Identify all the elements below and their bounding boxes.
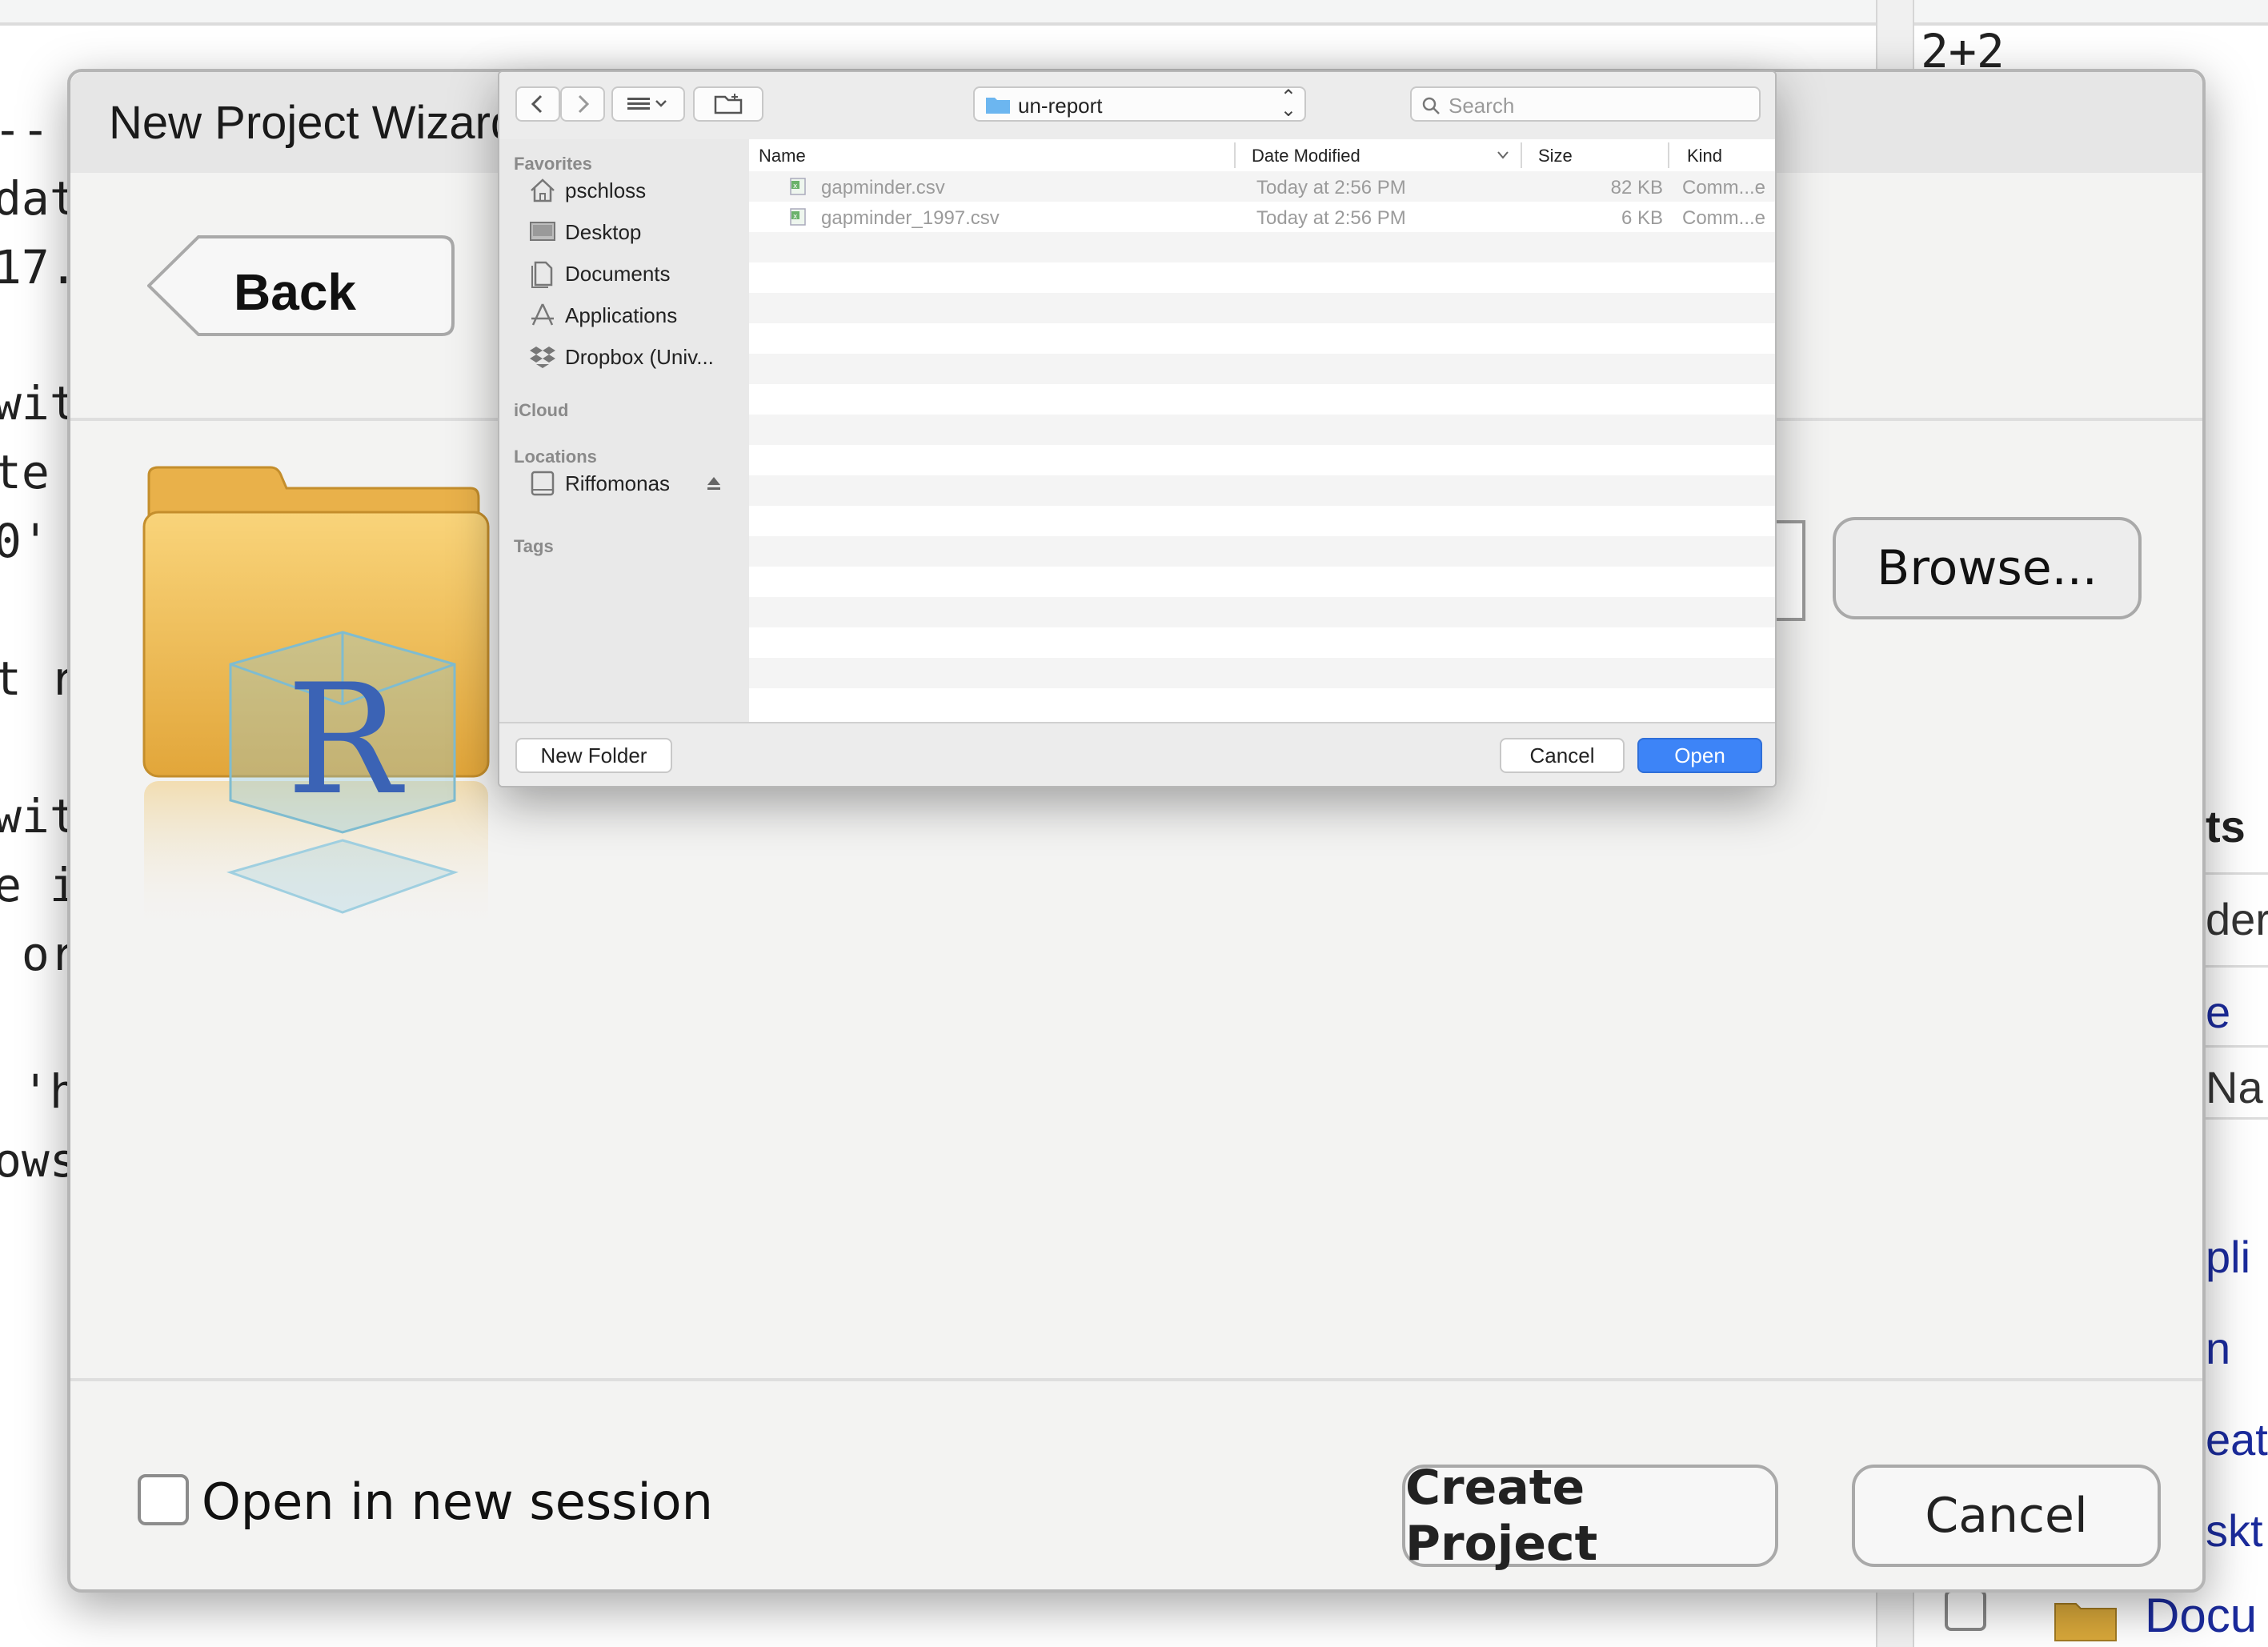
wizard-title: New Project Wizard (109, 97, 517, 149)
file-name: gapminder_1997.csv (821, 207, 1000, 229)
eject-icon[interactable] (704, 474, 723, 493)
back-nav-button[interactable] (515, 86, 560, 122)
new-folder-toolbar-button[interactable] (693, 86, 763, 122)
file-checkbox[interactable] (1945, 1589, 1986, 1631)
home-icon (531, 178, 555, 202)
ide-top-bar (0, 0, 2268, 26)
sidebar-item-label: pschloss (565, 178, 647, 202)
file-size: 82 KB (1610, 177, 1663, 198)
sidebar-item-pschloss[interactable]: pschloss (528, 174, 744, 206)
sidebar-header-favorites: Favorites (514, 154, 592, 174)
svg-text:x: x (793, 182, 798, 190)
csv-file-icon: x (790, 208, 806, 226)
sidebar-item-dropbox[interactable]: Dropbox (Univ... (528, 341, 744, 373)
column-header-date-modified[interactable]: Date Modified (1252, 146, 1360, 166)
right-pane-text: ts (2206, 801, 2246, 852)
view-options-button[interactable] (611, 86, 685, 122)
code-line: te (0, 445, 50, 499)
documents-icon (531, 261, 553, 288)
file-size: 6 KB (1621, 207, 1663, 229)
sidebar-item-label: Documents (565, 261, 671, 286)
file-link[interactable]: pli (2206, 1231, 2250, 1283)
sidebar-item-applications[interactable]: Applications (528, 299, 744, 331)
location-popup[interactable]: un-report ⌃ ⌄ (973, 86, 1306, 122)
sidebar-item-label: Dropbox (Univ... (565, 344, 714, 369)
search-placeholder: Search (1449, 94, 1515, 118)
open-new-session-checkbox[interactable] (138, 1474, 189, 1525)
code-line: dat (0, 171, 78, 226)
sidebar-item-label: Applications (565, 303, 678, 327)
code-line: 0' (0, 514, 50, 568)
forward-nav-button[interactable] (560, 86, 605, 122)
file-row-gapminder-1997[interactable]: x gapminder_1997.csv Today at 2:56 PM 6 … (749, 202, 1775, 232)
column-header-row: Name Date Modified Size Kind (749, 139, 1775, 173)
dialog-cancel-button[interactable]: Cancel (1500, 738, 1625, 773)
new-folder-button[interactable]: New Folder (515, 738, 672, 773)
code-line: wit (0, 376, 78, 431)
svg-text:R: R (287, 651, 405, 828)
file-link[interactable]: n (2206, 1322, 2230, 1374)
csv-file-icon: x (790, 178, 806, 195)
column-header-name[interactable]: Name (759, 146, 806, 166)
column-header-kind[interactable]: Kind (1687, 146, 1722, 166)
folder-icon (2054, 1603, 2117, 1641)
sidebar-header-locations: Locations (514, 447, 597, 467)
sidebar-header-tags: Tags (514, 536, 554, 556)
new-folder-icon (714, 94, 743, 114)
right-pane-link[interactable]: e (2206, 986, 2230, 1038)
search-icon (1422, 97, 1440, 114)
sidebar-item-label: Desktop (565, 219, 642, 244)
browse-button[interactable]: Browse... (1833, 517, 2142, 619)
divider (70, 1378, 2202, 1381)
search-field[interactable]: Search (1410, 86, 1761, 122)
code-line: t r (0, 651, 78, 706)
code-line: e i (0, 858, 78, 912)
file-open-dialog: un-report ⌃ ⌄ Search Favorites pschloss D… (498, 70, 1777, 787)
file-kind: Comm...e (1682, 177, 1766, 198)
sort-chevron-down-icon (1497, 151, 1509, 159)
column-header-size[interactable]: Size (1538, 146, 1573, 166)
right-pane-header: Na (2206, 1062, 2263, 1112)
svg-text:x: x (793, 213, 798, 221)
finder-sidebar: Favorites pschloss Desktop Documents App… (499, 139, 751, 722)
file-date: Today at 2:56 PM (1256, 177, 1406, 198)
create-project-button[interactable]: Create Project (1402, 1460, 1778, 1572)
open-button[interactable]: Open (1637, 738, 1762, 773)
file-link[interactable]: eat (2206, 1413, 2268, 1465)
desktop-icon (530, 222, 555, 241)
chevron-left-icon (531, 94, 543, 114)
file-link[interactable]: skt (2206, 1505, 2263, 1557)
list-view-icon (627, 98, 667, 110)
code-line: 'h (0, 1064, 78, 1119)
file-row-gapminder[interactable]: x gapminder.csv Today at 2:56 PM 82 KB C… (749, 171, 1775, 202)
dropbox-icon (530, 347, 555, 368)
popup-arrows-icon: ⌃ ⌄ (1280, 86, 1296, 121)
code-line: wit (0, 789, 78, 844)
code-line: ows (0, 1133, 78, 1188)
file-list: Name Date Modified Size Kind x gapminder… (749, 139, 1775, 722)
chevron-right-icon (578, 94, 590, 114)
location-label: un-report (1018, 94, 1103, 118)
disk-icon (531, 471, 555, 496)
wizard-cancel-button[interactable]: Cancel (1852, 1465, 2161, 1567)
code-line: -- (0, 102, 50, 157)
file-date: Today at 2:56 PM (1256, 207, 1406, 229)
dialog-toolbar: un-report ⌃ ⌄ Search (499, 72, 1775, 141)
dialog-button-bar: New Folder Cancel Open (499, 722, 1775, 786)
back-button-label[interactable]: Back (234, 262, 356, 322)
sidebar-item-desktop[interactable]: Desktop (528, 216, 744, 248)
sidebar-item-label: Riffomonas (565, 471, 671, 495)
right-pane-text: der (2206, 894, 2268, 944)
file-rows: x gapminder.csv Today at 2:56 PM 82 KB C… (749, 171, 1775, 722)
file-link[interactable]: Docu (2145, 1588, 2257, 1643)
code-line: 17. (0, 240, 78, 295)
sidebar-item-documents[interactable]: Documents (528, 258, 744, 290)
code-line: or (0, 927, 78, 981)
file-kind: Comm...e (1682, 207, 1766, 229)
applications-icon (531, 303, 554, 326)
open-new-session-label: Open in new session (202, 1473, 713, 1531)
sidebar-header-icloud: iCloud (514, 400, 569, 420)
file-name: gapminder.csv (821, 177, 945, 198)
folder-icon (986, 98, 1010, 114)
